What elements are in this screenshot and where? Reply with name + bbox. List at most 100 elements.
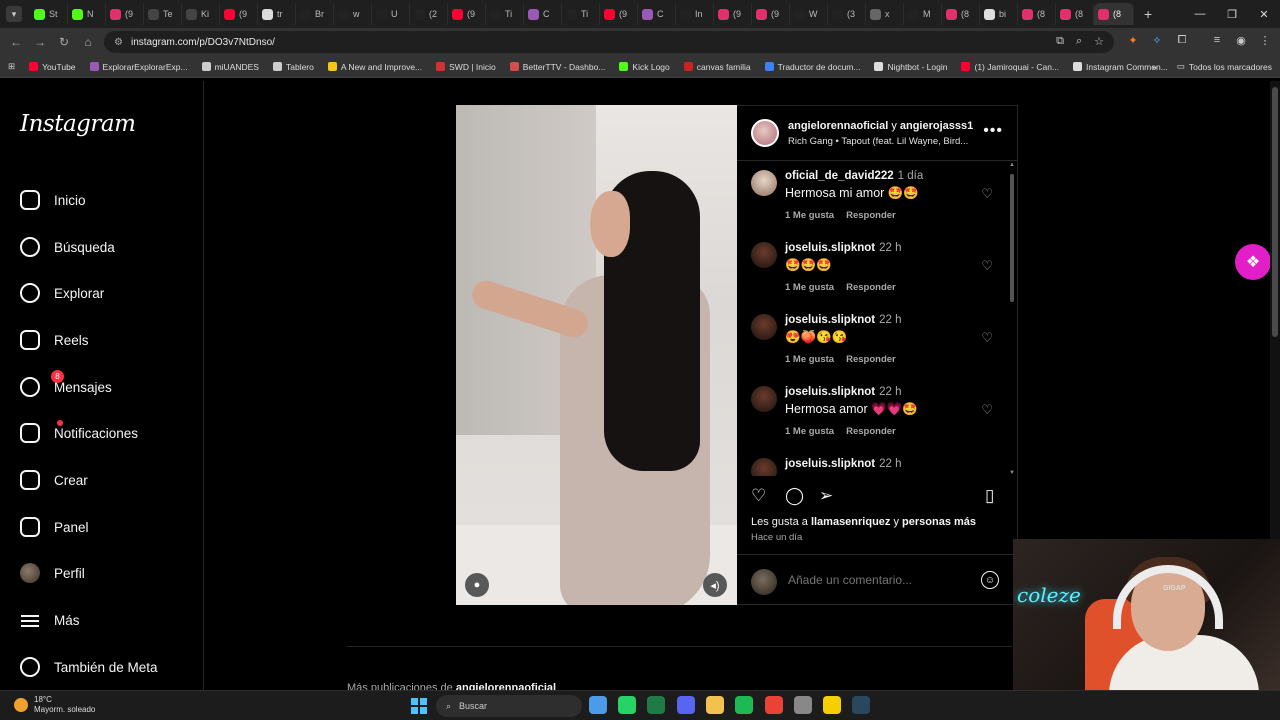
- commenter-avatar[interactable]: [751, 458, 777, 476]
- browser-tab[interactable]: Ti: [562, 3, 600, 25]
- like-icon[interactable]: ♡: [751, 486, 766, 506]
- commenter-username[interactable]: joseluis.slipknot 22 h: [785, 458, 902, 470]
- bookmark-item[interactable]: Kick Logo: [619, 62, 670, 72]
- browser-tab[interactable]: (9: [600, 3, 638, 25]
- translate-extension-icon[interactable]: ✧: [1150, 34, 1164, 48]
- zoom-icon[interactable]: ⌕: [1076, 35, 1082, 48]
- browser-menu-icon[interactable]: ⋮: [1258, 34, 1272, 48]
- browser-tab[interactable]: (8: [1018, 3, 1056, 25]
- reload-icon[interactable]: ↻: [52, 35, 76, 49]
- audio-link[interactable]: Rich Gang • Tapout (feat. Lil Wayne, Bir…: [788, 136, 968, 147]
- bookmark-item[interactable]: Nightbot - Login: [874, 62, 947, 72]
- scroll-down-icon[interactable]: ▼: [1009, 470, 1015, 476]
- comment-like-icon[interactable]: ♡: [981, 186, 993, 202]
- close-window-icon[interactable]: ✕: [1248, 0, 1280, 28]
- coauthor-link[interactable]: angierojasss1: [900, 120, 973, 132]
- bookmark-item[interactable]: ExplorarExplorarExp...: [89, 62, 188, 72]
- browser-tab[interactable]: bi: [980, 3, 1018, 25]
- url-field[interactable]: ⚙ instagram.com/p/DO3v7NtDnso/ ⧉ ⌕ ☆: [104, 31, 1114, 53]
- author-avatar[interactable]: [751, 119, 779, 147]
- post-date[interactable]: Hace un día: [751, 532, 802, 543]
- excel-app-icon[interactable]: [647, 696, 665, 714]
- browser-tab[interactable]: N: [68, 3, 106, 25]
- bookmark-item[interactable]: miUANDES: [201, 62, 259, 72]
- extension-icon[interactable]: ✦: [1126, 34, 1140, 48]
- weather-widget[interactable]: 18°C Mayorm. soleado: [14, 695, 95, 715]
- comment-like-icon[interactable]: ♡: [981, 258, 993, 274]
- browser-tab[interactable]: (3: [828, 3, 866, 25]
- comment-time[interactable]: 22 h: [879, 242, 901, 254]
- commenter-name[interactable]: oficial_de_david222: [785, 170, 894, 182]
- browser-tab[interactable]: (9: [752, 3, 790, 25]
- comment-like-icon[interactable]: ♡: [981, 330, 993, 346]
- browser-tab[interactable]: (8: [1056, 3, 1094, 25]
- apps-grid-icon[interactable]: ⊞: [8, 61, 15, 72]
- nav-item[interactable]: Búsqueda: [20, 235, 115, 259]
- page-scroll-thumb[interactable]: [1272, 87, 1278, 337]
- comment-icon[interactable]: ◯: [785, 486, 804, 506]
- restore-icon[interactable]: ❐: [1216, 0, 1248, 28]
- settings-app-icon[interactable]: [794, 696, 812, 714]
- explorer-app-icon[interactable]: [706, 696, 724, 714]
- comment-likes[interactable]: 1 Me gusta: [785, 426, 834, 437]
- commenter-avatar[interactable]: [751, 386, 777, 412]
- files-app-icon[interactable]: [589, 696, 607, 714]
- commenter-username[interactable]: joseluis.slipknot 22 h: [785, 314, 902, 326]
- extensions-puzzle-icon[interactable]: ⧠: [1175, 34, 1189, 48]
- browser-tab[interactable]: Ti: [486, 3, 524, 25]
- steam-app-icon[interactable]: [852, 696, 870, 714]
- bookmark-item[interactable]: canvas familia: [683, 62, 751, 72]
- new-tab-icon[interactable]: +: [1144, 6, 1152, 22]
- minimize-icon[interactable]: —: [1184, 0, 1216, 28]
- browser-tab[interactable]: In: [676, 3, 714, 25]
- media-controls-icon[interactable]: ≡: [1210, 34, 1224, 48]
- site-info-icon[interactable]: ⚙: [114, 37, 123, 48]
- floating-extension-icon[interactable]: ❖: [1235, 244, 1271, 280]
- chrome-app-icon[interactable]: [765, 696, 783, 714]
- instagram-logo[interactable]: Instagram: [20, 111, 136, 137]
- comment-likes[interactable]: 1 Me gusta: [785, 282, 834, 293]
- more-options-icon[interactable]: •••: [983, 122, 1003, 140]
- reply-button[interactable]: Responder: [846, 210, 896, 221]
- browser-tab[interactable]: M: [904, 3, 942, 25]
- commenter-avatar[interactable]: [751, 314, 777, 340]
- nav-item[interactable]: Inicio: [20, 188, 86, 212]
- browser-tab[interactable]: Br: [296, 3, 334, 25]
- browser-tab[interactable]: (9: [448, 3, 486, 25]
- bookmark-item[interactable]: (1) Jamiroquai - Can...: [961, 62, 1059, 72]
- commenter-avatar[interactable]: [751, 170, 777, 196]
- comment-time[interactable]: 22 h: [879, 458, 901, 470]
- comments-scroll-thumb[interactable]: [1010, 174, 1014, 302]
- discord-app-icon[interactable]: [677, 696, 695, 714]
- nav-item[interactable]: Panel: [20, 515, 89, 539]
- browser-tab[interactable]: Te: [144, 3, 182, 25]
- reply-button[interactable]: Responder: [846, 354, 896, 365]
- browser-tab[interactable]: C: [638, 3, 676, 25]
- comment-time[interactable]: 22 h: [879, 386, 901, 398]
- bookmark-item[interactable]: Tablero: [272, 62, 314, 72]
- nav-item[interactable]: Crear: [20, 468, 88, 492]
- browser-tab[interactable]: (9: [714, 3, 752, 25]
- commenter-name[interactable]: joseluis.slipknot: [785, 458, 875, 470]
- browser-tab[interactable]: C: [524, 3, 562, 25]
- comment-like-icon[interactable]: ♡: [981, 402, 993, 418]
- share-icon[interactable]: ➢: [819, 486, 833, 506]
- forward-icon[interactable]: →: [28, 35, 52, 49]
- commenter-username[interactable]: oficial_de_david222 1 día: [785, 170, 923, 182]
- commenter-name[interactable]: joseluis.slipknot: [785, 242, 875, 254]
- whatsapp-app-icon[interactable]: [618, 696, 636, 714]
- nav-item[interactable]: Perfil: [20, 561, 85, 585]
- author-link[interactable]: angielorennaoficial: [788, 120, 888, 132]
- emoji-icon[interactable]: ☺: [981, 571, 999, 589]
- all-bookmarks[interactable]: » ▭ Todos los marcadores: [1152, 61, 1272, 72]
- bookmark-item[interactable]: BetterTTV - Dashbo...: [509, 62, 605, 72]
- browser-tab[interactable]: w: [334, 3, 372, 25]
- comment-likes[interactable]: 1 Me gusta: [785, 210, 834, 221]
- tab-search-icon[interactable]: ▾: [6, 6, 22, 22]
- commenter-name[interactable]: joseluis.slipknot: [785, 386, 875, 398]
- comment-time[interactable]: 22 h: [879, 314, 901, 326]
- save-icon[interactable]: ▯: [985, 486, 994, 506]
- taskbar-search[interactable]: ⌕ Buscar: [436, 695, 582, 717]
- nav-item[interactable]: Reels: [20, 328, 89, 352]
- browser-tab[interactable]: (8: [1094, 3, 1134, 25]
